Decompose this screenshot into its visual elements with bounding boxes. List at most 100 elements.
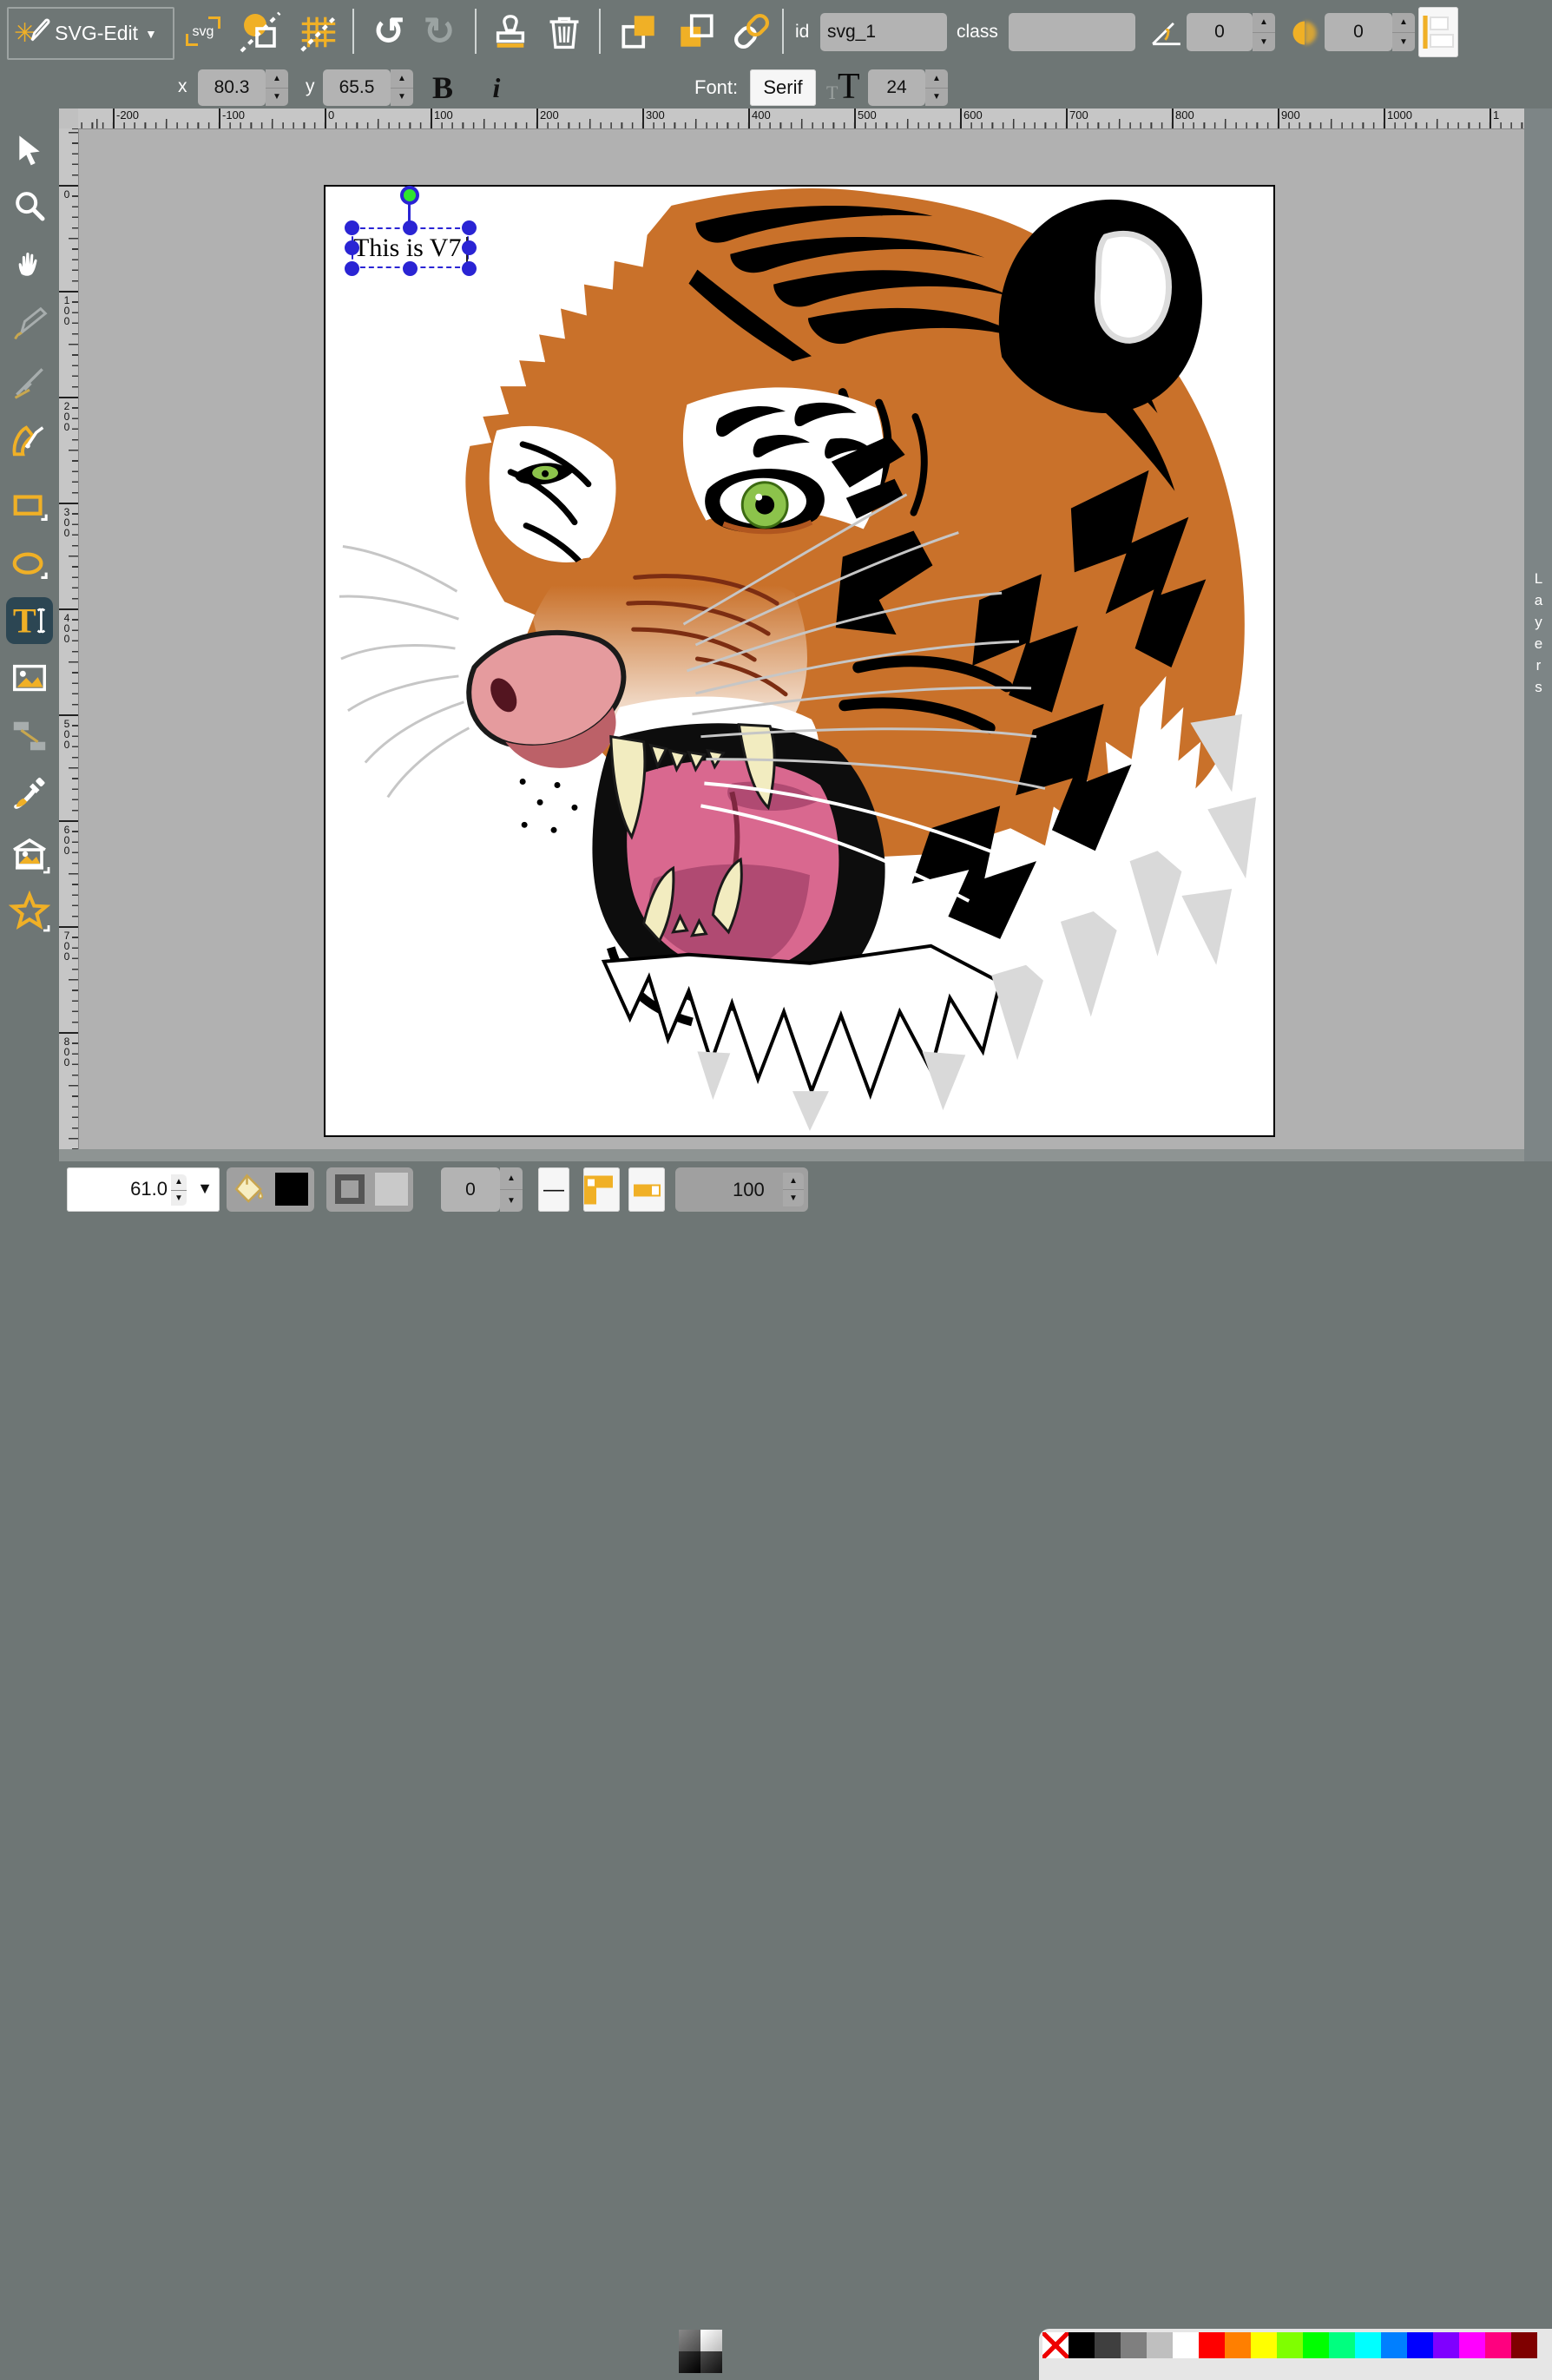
tool-shape-library[interactable] [6, 832, 53, 878]
palette-swatch-7fff00[interactable] [1277, 2332, 1303, 2358]
tool-zoom[interactable] [6, 182, 53, 229]
palette-swatch-7f00ff[interactable] [1433, 2332, 1459, 2358]
stroke-linecap-button[interactable] [628, 1167, 665, 1212]
selected-text-element[interactable]: This is V7 [353, 233, 461, 263]
stroke-linejoin-button[interactable] [583, 1167, 620, 1212]
selection-handle-s[interactable] [403, 261, 418, 276]
stroke-dash-select[interactable]: — [538, 1167, 569, 1212]
palette-swatch-00ff7f[interactable] [1329, 2332, 1355, 2358]
connector-icon [10, 716, 49, 756]
tool-line[interactable] [6, 358, 53, 405]
tool-select[interactable] [6, 127, 53, 174]
svg-source-button[interactable]: svg [181, 12, 226, 52]
font-size-spinner[interactable]: ▲▼ [925, 69, 948, 106]
tool-image[interactable] [6, 655, 53, 702]
selection-handle-w[interactable] [345, 240, 359, 255]
layers-panel-toggle[interactable]: Layers [1524, 108, 1552, 1161]
palette-swatch-007fff[interactable] [1381, 2332, 1407, 2358]
tool-path[interactable] [6, 417, 53, 464]
angle-spinner[interactable]: ▲▼ [1253, 13, 1275, 51]
fill-color-swatch[interactable] [275, 1173, 308, 1206]
id-input[interactable] [820, 13, 947, 51]
rect-icon [10, 488, 49, 528]
palette-swatch-3f3f3f[interactable] [1095, 2332, 1121, 2358]
palette-swatch-00ff00[interactable] [1303, 2332, 1329, 2358]
palette-swatch-ff0000[interactable] [1199, 2332, 1225, 2358]
palette-swatch-ffffff[interactable] [1173, 2332, 1199, 2358]
move-to-bottom-button[interactable] [672, 7, 720, 56]
make-link-button[interactable] [727, 7, 776, 56]
align-option-button[interactable] [1418, 7, 1458, 57]
shape-library-icon [9, 834, 50, 876]
move-to-top-button[interactable] [615, 7, 663, 56]
x-input[interactable] [198, 69, 266, 106]
horizontal-scrollbar[interactable] [59, 1149, 1524, 1161]
tool-eyedropper[interactable] [6, 770, 53, 817]
dash-style-value: — [543, 1178, 564, 1202]
palette-swatch-ff7f00[interactable] [1225, 2332, 1251, 2358]
font-size-input[interactable] [868, 69, 925, 106]
selection-handle-n[interactable] [403, 220, 418, 235]
undo-button[interactable]: ↺ [368, 7, 410, 56]
palette-swatch-00ffff[interactable] [1355, 2332, 1381, 2358]
zoom-magnifier-icon [12, 188, 47, 223]
tool-text[interactable]: T [6, 597, 53, 644]
tool-ellipse[interactable] [6, 542, 53, 589]
opacity-spinner[interactable]: ▲▼ [783, 1173, 804, 1206]
zoom-spinner[interactable]: ▲▼ [171, 1174, 187, 1206]
canvas-artwork-tiger[interactable] [326, 187, 1273, 1135]
palette-swatch-000000[interactable] [1069, 2332, 1095, 2358]
opacity-control[interactable]: 100 ▲▼ [675, 1167, 808, 1212]
ruler-top: -200-10001002003004005006007008009001000… [78, 108, 1524, 129]
tool-connector[interactable] [6, 713, 53, 759]
redo-button[interactable]: ↻ [418, 7, 460, 56]
angle-input[interactable] [1187, 13, 1253, 51]
palette-swatch-ff00ff[interactable] [1459, 2332, 1485, 2358]
palette-swatch-ffff00[interactable] [1251, 2332, 1277, 2358]
undo-icon: ↺ [373, 10, 405, 54]
selection-handle-nw[interactable] [345, 220, 359, 235]
svg-canvas[interactable]: This is V7 [324, 185, 1275, 1137]
tool-pan[interactable] [6, 241, 53, 288]
fill-color-control[interactable] [227, 1167, 314, 1212]
document-properties-button[interactable] [236, 9, 285, 56]
selection-handle-ne[interactable] [462, 220, 477, 235]
stroke-width-input[interactable] [441, 1167, 500, 1212]
selection-handle-sw[interactable] [345, 261, 359, 276]
zoom-dropdown-arrow[interactable]: ▼ [197, 1180, 213, 1198]
tool-star[interactable] [6, 888, 53, 935]
rotation-handle[interactable] [400, 186, 419, 205]
y-input[interactable] [323, 69, 391, 106]
selection-handle-e[interactable] [462, 240, 477, 255]
bold-button[interactable]: B [424, 68, 462, 108]
blur-input[interactable] [1325, 13, 1392, 51]
clone-button[interactable] [488, 9, 533, 56]
blur-spinner[interactable]: ▲▼ [1392, 13, 1415, 51]
palette-swatch-7f0000[interactable] [1511, 2332, 1537, 2358]
logo-pencil-icon [23, 16, 53, 45]
x-spinner[interactable]: ▲▼ [266, 69, 288, 106]
selection-handle-se[interactable] [462, 261, 477, 276]
stroke-color-control[interactable] [326, 1167, 413, 1212]
zoom-value: 61.0 [130, 1178, 168, 1200]
image-tool-icon [10, 659, 49, 699]
y-spinner[interactable]: ▲▼ [391, 69, 413, 106]
palette-swatch-0000ff[interactable] [1407, 2332, 1433, 2358]
font-family-button[interactable]: Serif [750, 69, 816, 106]
palette-swatch-none[interactable] [1042, 2332, 1069, 2358]
id-label: id [795, 22, 809, 43]
italic-button[interactable]: i [479, 68, 514, 108]
zoom-control[interactable]: 61.0 ▲▼ ▼ [67, 1167, 220, 1212]
blur-icon [1289, 17, 1320, 49]
tool-pencil[interactable] [6, 301, 53, 348]
stroke-width-spinner[interactable]: ▲▼ [500, 1167, 523, 1212]
class-input[interactable] [1009, 13, 1135, 51]
stroke-color-swatch[interactable] [375, 1173, 408, 1206]
palette-swatch-bfbfbf[interactable] [1147, 2332, 1173, 2358]
tool-rect[interactable] [6, 484, 53, 531]
delete-button[interactable] [542, 9, 587, 56]
logo-menu-button[interactable]: ✳ SVG-Edit ▼ [7, 7, 174, 60]
palette-swatch-ff007f[interactable] [1485, 2332, 1511, 2358]
editor-preferences-button[interactable] [295, 9, 342, 56]
palette-swatch-7f7f7f[interactable] [1121, 2332, 1147, 2358]
